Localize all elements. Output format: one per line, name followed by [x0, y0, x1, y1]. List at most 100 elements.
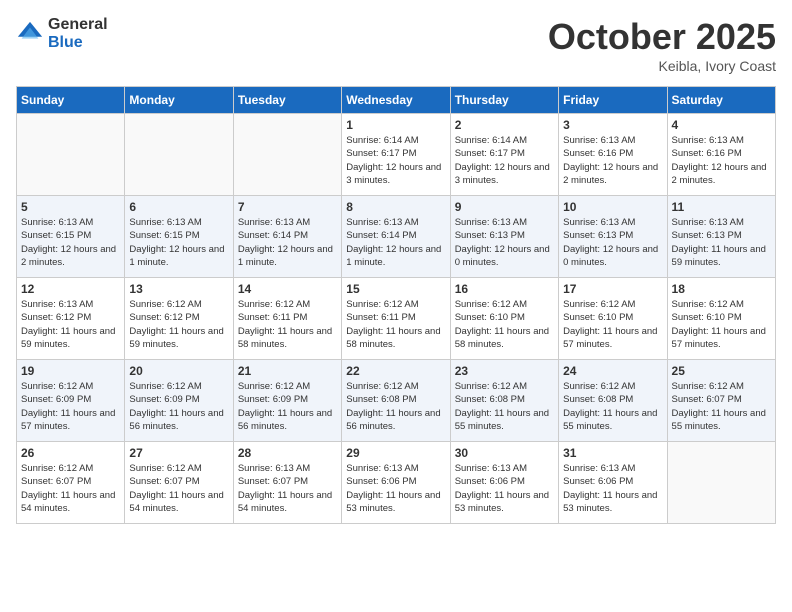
day-number: 10 — [563, 200, 662, 214]
day-number: 8 — [346, 200, 445, 214]
weekday-header-thursday: Thursday — [450, 87, 558, 114]
calendar-day-cell: 1Sunrise: 6:14 AMSunset: 6:17 PMDaylight… — [342, 114, 450, 196]
logo-icon — [16, 20, 44, 48]
weekday-header-monday: Monday — [125, 87, 233, 114]
day-number: 4 — [672, 118, 771, 132]
empty-cell — [667, 442, 775, 524]
weekday-header-sunday: Sunday — [17, 87, 125, 114]
day-info: Sunrise: 6:12 AMSunset: 6:07 PMDaylight:… — [672, 380, 771, 433]
day-number: 12 — [21, 282, 120, 296]
day-info: Sunrise: 6:12 AMSunset: 6:12 PMDaylight:… — [129, 298, 228, 351]
day-info: Sunrise: 6:12 AMSunset: 6:08 PMDaylight:… — [455, 380, 554, 433]
calendar-day-cell: 31Sunrise: 6:13 AMSunset: 6:06 PMDayligh… — [559, 442, 667, 524]
day-info: Sunrise: 6:12 AMSunset: 6:09 PMDaylight:… — [21, 380, 120, 433]
calendar-day-cell: 27Sunrise: 6:12 AMSunset: 6:07 PMDayligh… — [125, 442, 233, 524]
calendar-day-cell: 3Sunrise: 6:13 AMSunset: 6:16 PMDaylight… — [559, 114, 667, 196]
calendar-day-cell: 20 Sunrise: 6:12 AMSunset: 6:09 PMDayligh… — [125, 360, 233, 442]
day-number: 17 — [563, 282, 662, 296]
day-number: 13 — [129, 282, 228, 296]
day-number: 20 — [129, 364, 228, 378]
day-number: 25 — [672, 364, 771, 378]
calendar-day-cell: 30Sunrise: 6:13 AMSunset: 6:06 PMDayligh… — [450, 442, 558, 524]
calendar-day-cell: 11 Sunrise: 6:13 AMSunset: 6:13 PMDayligh… — [667, 196, 775, 278]
calendar-day-cell: 21 Sunrise: 6:12 AMSunset: 6:09 PMDayligh… — [233, 360, 341, 442]
day-number: 11 — [672, 200, 771, 214]
calendar-day-cell: 24 Sunrise: 6:12 AMSunset: 6:08 PMDayligh… — [559, 360, 667, 442]
calendar-day-cell: 22 Sunrise: 6:12 AMSunset: 6:08 PMDayligh… — [342, 360, 450, 442]
day-number: 28 — [238, 446, 337, 460]
empty-cell — [125, 114, 233, 196]
day-info: Sunrise: 6:13 AMSunset: 6:15 PMDaylight:… — [21, 216, 120, 269]
day-number: 24 — [563, 364, 662, 378]
day-info: Sunrise: 6:14 AMSunset: 6:17 PMDaylight:… — [455, 134, 554, 187]
day-info: Sunrise: 6:13 AMSunset: 6:14 PMDaylight:… — [346, 216, 445, 269]
calendar-day-cell: 13 Sunrise: 6:12 AMSunset: 6:12 PMDayligh… — [125, 278, 233, 360]
calendar-day-cell: 9 Sunrise: 6:13 AMSunset: 6:13 PMDaylight… — [450, 196, 558, 278]
logo-blue: Blue — [48, 34, 108, 52]
day-info: Sunrise: 6:12 AMSunset: 6:11 PMDaylight:… — [238, 298, 337, 351]
calendar-day-cell: 14 Sunrise: 6:12 AMSunset: 6:11 PMDayligh… — [233, 278, 341, 360]
page-header: General Blue October 2025 Keibla, Ivory … — [16, 16, 776, 74]
weekday-header-saturday: Saturday — [667, 87, 775, 114]
empty-cell — [17, 114, 125, 196]
day-number: 27 — [129, 446, 228, 460]
weekday-header-friday: Friday — [559, 87, 667, 114]
calendar-week-row: 5Sunrise: 6:13 AMSunset: 6:15 PMDaylight… — [17, 196, 776, 278]
calendar-day-cell: 29Sunrise: 6:13 AMSunset: 6:06 PMDayligh… — [342, 442, 450, 524]
calendar-day-cell: 6Sunrise: 6:13 AMSunset: 6:15 PMDaylight… — [125, 196, 233, 278]
day-info: Sunrise: 6:13 AMSunset: 6:13 PMDaylight:… — [672, 216, 771, 269]
day-info: Sunrise: 6:13 AMSunset: 6:12 PMDaylight:… — [21, 298, 120, 351]
day-info: Sunrise: 6:13 AMSunset: 6:16 PMDaylight:… — [672, 134, 771, 187]
day-info: Sunrise: 6:12 AMSunset: 6:11 PMDaylight:… — [346, 298, 445, 351]
title-block: October 2025 Keibla, Ivory Coast — [548, 16, 776, 74]
day-info: Sunrise: 6:12 AMSunset: 6:09 PMDaylight:… — [129, 380, 228, 433]
day-number: 30 — [455, 446, 554, 460]
day-info: Sunrise: 6:12 AMSunset: 6:10 PMDaylight:… — [672, 298, 771, 351]
day-number: 21 — [238, 364, 337, 378]
logo-general: General — [48, 16, 108, 34]
day-info: Sunrise: 6:12 AMSunset: 6:08 PMDaylight:… — [563, 380, 662, 433]
day-info: Sunrise: 6:12 AMSunset: 6:07 PMDaylight:… — [21, 462, 120, 515]
logo: General Blue — [16, 16, 108, 51]
calendar-week-row: 26Sunrise: 6:12 AMSunset: 6:07 PMDayligh… — [17, 442, 776, 524]
day-info: Sunrise: 6:13 AMSunset: 6:06 PMDaylight:… — [346, 462, 445, 515]
day-number: 1 — [346, 118, 445, 132]
calendar-day-cell: 17Sunrise: 6:12 AMSunset: 6:10 PMDayligh… — [559, 278, 667, 360]
day-number: 7 — [238, 200, 337, 214]
weekday-header-tuesday: Tuesday — [233, 87, 341, 114]
day-number: 19 — [21, 364, 120, 378]
calendar-table: SundayMondayTuesdayWednesdayThursdayFrid… — [16, 86, 776, 524]
calendar-day-cell: 15 Sunrise: 6:12 AMSunset: 6:11 PMDayligh… — [342, 278, 450, 360]
weekday-header-row: SundayMondayTuesdayWednesdayThursdayFrid… — [17, 87, 776, 114]
calendar-day-cell: 2Sunrise: 6:14 AMSunset: 6:17 PMDaylight… — [450, 114, 558, 196]
empty-cell — [233, 114, 341, 196]
calendar-day-cell: 28 Sunrise: 6:13 AMSunset: 6:07 PMDayligh… — [233, 442, 341, 524]
calendar-day-cell: 5Sunrise: 6:13 AMSunset: 6:15 PMDaylight… — [17, 196, 125, 278]
calendar-day-cell: 26Sunrise: 6:12 AMSunset: 6:07 PMDayligh… — [17, 442, 125, 524]
day-number: 9 — [455, 200, 554, 214]
day-info: Sunrise: 6:13 AMSunset: 6:07 PMDaylight:… — [238, 462, 337, 515]
calendar-day-cell: 12 Sunrise: 6:13 AMSunset: 6:12 PMDayligh… — [17, 278, 125, 360]
day-info: Sunrise: 6:12 AMSunset: 6:08 PMDaylight:… — [346, 380, 445, 433]
day-number: 15 — [346, 282, 445, 296]
day-info: Sunrise: 6:13 AMSunset: 6:13 PMDaylight:… — [455, 216, 554, 269]
day-info: Sunrise: 6:12 AMSunset: 6:09 PMDaylight:… — [238, 380, 337, 433]
calendar-day-cell: 25 Sunrise: 6:12 AMSunset: 6:07 PMDayligh… — [667, 360, 775, 442]
location-subtitle: Keibla, Ivory Coast — [548, 58, 776, 74]
weekday-header-wednesday: Wednesday — [342, 87, 450, 114]
day-info: Sunrise: 6:12 AMSunset: 6:10 PMDaylight:… — [455, 298, 554, 351]
day-number: 6 — [129, 200, 228, 214]
calendar-day-cell: 4 Sunrise: 6:13 AMSunset: 6:16 PMDaylight… — [667, 114, 775, 196]
day-number: 16 — [455, 282, 554, 296]
day-number: 3 — [563, 118, 662, 132]
day-number: 14 — [238, 282, 337, 296]
day-info: Sunrise: 6:13 AMSunset: 6:14 PMDaylight:… — [238, 216, 337, 269]
day-number: 18 — [672, 282, 771, 296]
day-number: 22 — [346, 364, 445, 378]
day-number: 23 — [455, 364, 554, 378]
day-info: Sunrise: 6:13 AMSunset: 6:06 PMDaylight:… — [563, 462, 662, 515]
calendar-day-cell: 16 Sunrise: 6:12 AMSunset: 6:10 PMDayligh… — [450, 278, 558, 360]
calendar-week-row: 1 Sunrise: 6:14 AMSunset: 6:17 PMDaylight… — [17, 114, 776, 196]
calendar-day-cell: 23 Sunrise: 6:12 AMSunset: 6:08 PMDayligh… — [450, 360, 558, 442]
calendar-day-cell: 10Sunrise: 6:13 AMSunset: 6:13 PMDayligh… — [559, 196, 667, 278]
